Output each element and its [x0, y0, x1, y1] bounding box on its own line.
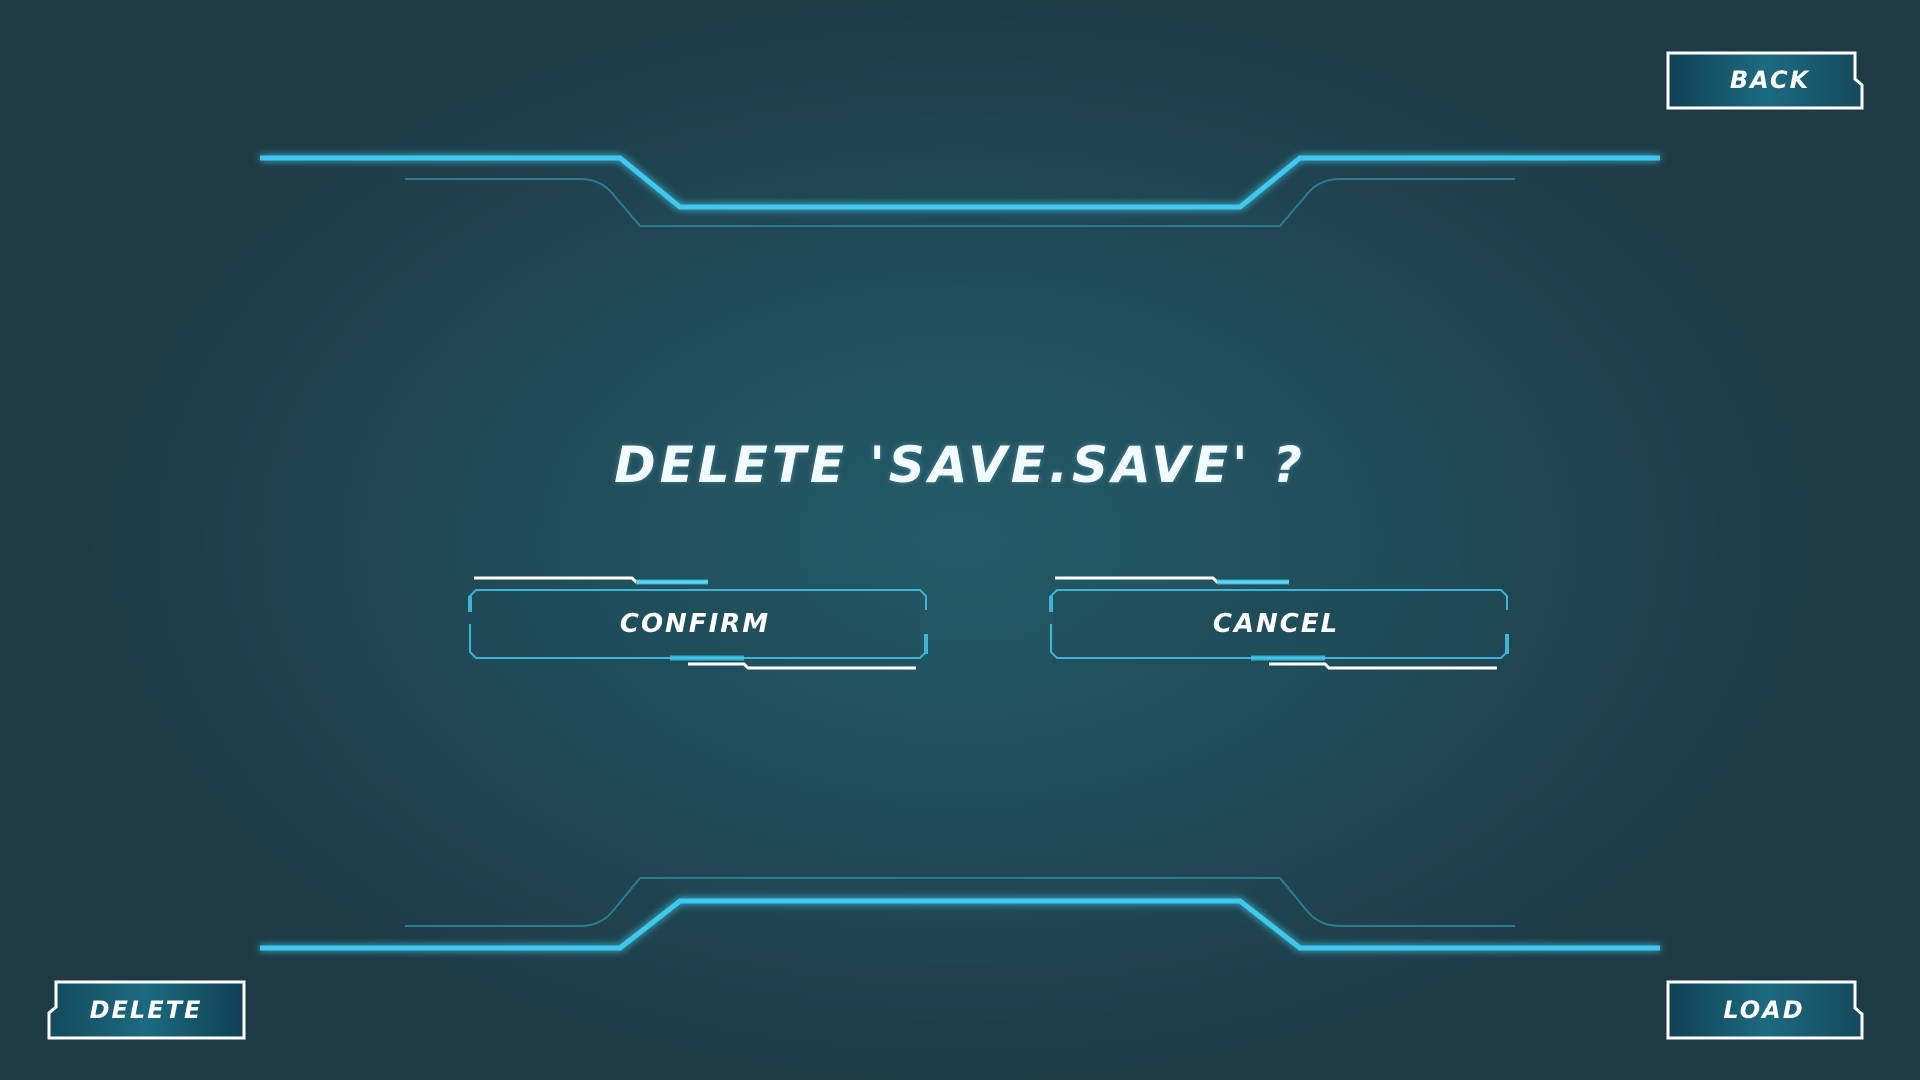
delete-button-label: Delete: [89, 996, 203, 1024]
dialog-title: Delete 'save.save' ?: [614, 436, 1306, 494]
bottom-frame-line: [260, 877, 1660, 951]
delete-confirm-screen: { "dialog": { "title": "Delete 'save.sav…: [0, 0, 1920, 1080]
back-button[interactable]: Back: [1664, 47, 1864, 113]
cancel-button[interactable]: Cancel: [1041, 572, 1511, 676]
confirm-button-label: Confirm: [619, 609, 771, 639]
top-frame-line: [260, 155, 1660, 227]
cancel-button-label: Cancel: [1212, 609, 1340, 639]
confirm-button[interactable]: Confirm: [460, 572, 930, 676]
load-button-label: Load: [1723, 996, 1805, 1024]
load-button[interactable]: Load: [1664, 977, 1864, 1043]
frame-decoration: [260, 155, 1660, 951]
back-button-label: Back: [1729, 66, 1811, 94]
delete-button[interactable]: Delete: [46, 977, 246, 1043]
